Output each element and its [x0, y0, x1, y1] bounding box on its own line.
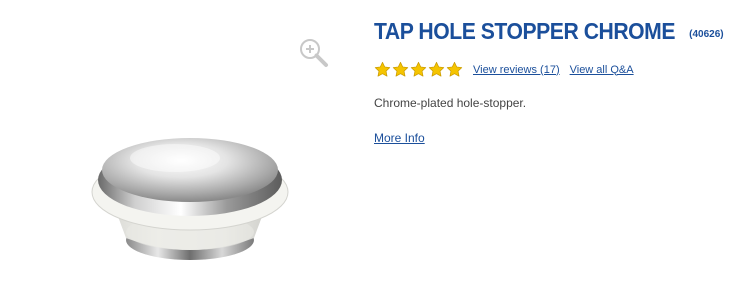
- star-icon: [392, 61, 409, 77]
- product-image[interactable]: [80, 100, 290, 270]
- product-info: TAP HOLE STOPPER CHROME (40626) View rev…: [374, 18, 734, 147]
- product-image-area: [0, 0, 340, 303]
- title-row: TAP HOLE STOPPER CHROME (40626): [374, 18, 734, 45]
- product-title: TAP HOLE STOPPER CHROME: [374, 18, 675, 44]
- view-reviews-link[interactable]: View reviews (17): [473, 64, 560, 76]
- view-qa-link[interactable]: View all Q&A: [570, 64, 634, 76]
- star-icon: [428, 61, 445, 77]
- more-info-link[interactable]: More Info: [374, 131, 425, 145]
- star-icon: [446, 61, 463, 77]
- product-description: Chrome-plated hole-stopper.: [374, 96, 527, 110]
- zoom-in-icon[interactable]: [298, 37, 330, 69]
- star-icon: [410, 61, 427, 77]
- product-code: (40626): [689, 29, 724, 40]
- rating-row: View reviews (17) View all Q&A: [374, 61, 734, 78]
- star-rating[interactable]: [374, 61, 463, 78]
- star-icon: [374, 61, 391, 77]
